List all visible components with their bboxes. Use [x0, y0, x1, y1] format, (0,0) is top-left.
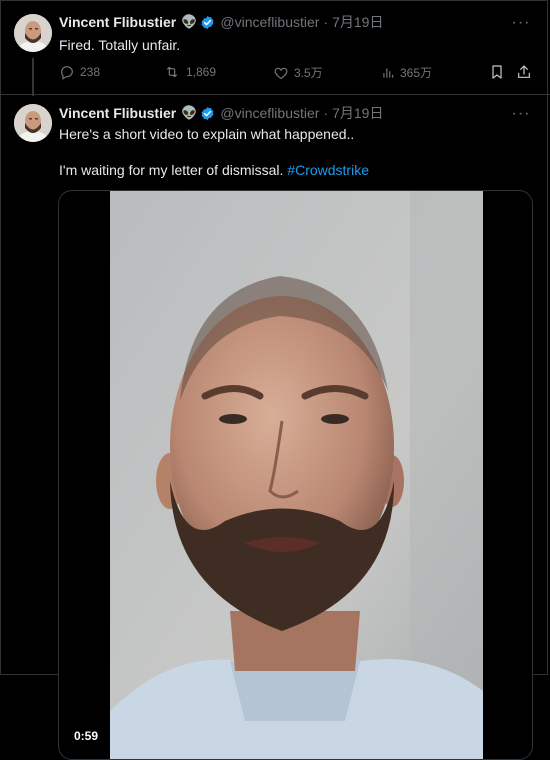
- views-count: 365万: [400, 66, 433, 80]
- like-icon: [274, 67, 288, 79]
- alien-badge: 👽: [181, 105, 198, 120]
- tweet-header: Vincent Flibustier 👽 @vinceflibustier · …: [59, 12, 383, 32]
- reply-button[interactable]: 238: [59, 64, 100, 80]
- separator-dot: ·: [323, 105, 329, 121]
- reply-count: 238: [80, 65, 101, 79]
- more-options-icon[interactable]: ···: [510, 13, 532, 33]
- share-button[interactable]: [516, 64, 532, 80]
- author-name[interactable]: Vincent Flibustier: [59, 105, 176, 121]
- retweet-button[interactable]: 1,869: [163, 64, 216, 80]
- alien-badge: 👽: [181, 14, 198, 29]
- views-icon: [383, 67, 394, 78]
- retweet-icon: [166, 66, 178, 78]
- tweet[interactable]: Vincent Flibustier 👽 @vinceflibustier · …: [0, 0, 550, 96]
- video-duration: 0:59: [68, 727, 105, 745]
- author-handle[interactable]: @vinceflibustier: [220, 105, 319, 121]
- retweet-count: 1,869: [186, 65, 217, 79]
- avatar[interactable]: [14, 104, 52, 142]
- verified-badge-icon[interactable]: [200, 106, 215, 121]
- video-frame[interactable]: [110, 191, 483, 759]
- avatar[interactable]: [14, 14, 52, 52]
- author-handle[interactable]: @vinceflibustier: [220, 14, 319, 30]
- tweet-actions: 238 1,869 3.5万 365万: [59, 64, 539, 84]
- tweet-date[interactable]: 7月19日: [332, 12, 383, 32]
- like-button[interactable]: 3.5万: [273, 64, 323, 81]
- like-count: 3.5万: [294, 66, 323, 80]
- separator-dot: ·: [323, 14, 329, 30]
- thread-line: [32, 58, 34, 96]
- more-options-icon[interactable]: ···: [510, 104, 532, 124]
- author-name[interactable]: Vincent Flibustier: [59, 14, 176, 30]
- verified-badge-icon[interactable]: [200, 15, 215, 30]
- share-icon: [518, 65, 530, 78]
- tweet-text-line: I'm waiting for my letter of dismissal. …: [59, 162, 369, 178]
- bookmark-icon: [492, 65, 502, 79]
- tweet-text-line: Here's a short video to explain what hap…: [59, 126, 355, 142]
- tweet[interactable]: Vincent Flibustier 👽 @vinceflibustier · …: [0, 94, 550, 760]
- tweet-date[interactable]: 7月19日: [332, 103, 383, 123]
- video-player[interactable]: 0:59: [58, 190, 533, 760]
- tweet-text-prefix: I'm waiting for my letter of dismissal.: [59, 162, 288, 178]
- bookmark-button[interactable]: [489, 64, 505, 80]
- tweet-header: Vincent Flibustier 👽 @vinceflibustier · …: [59, 103, 383, 123]
- hashtag-link[interactable]: #Crowdstrike: [287, 162, 369, 178]
- tweet-text: Fired. Totally unfair.: [59, 37, 181, 53]
- views-button[interactable]: 365万: [381, 64, 432, 81]
- reply-icon: [61, 66, 73, 80]
